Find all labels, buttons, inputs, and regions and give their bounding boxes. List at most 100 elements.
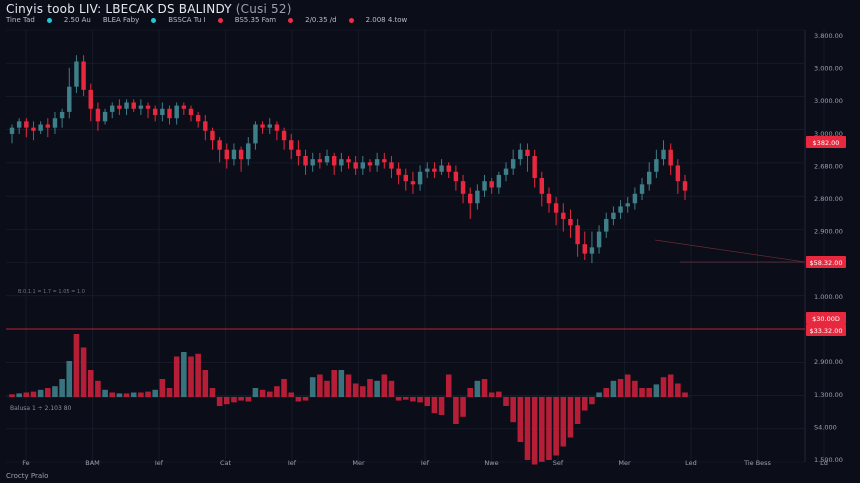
volume-bar: [367, 379, 373, 397]
candle-body: [389, 162, 394, 169]
x-tick-label: Mer: [352, 459, 365, 467]
volume-bar: [266, 391, 273, 397]
volume-bar: [281, 379, 287, 397]
volume-bar: [660, 377, 667, 397]
legend-dot-icon: [217, 17, 223, 23]
candle-body: [518, 149, 523, 160]
candle-body: [625, 203, 630, 207]
candle-body: [274, 124, 280, 131]
volume-bar: [116, 393, 123, 397]
volume-bar: [539, 397, 545, 462]
volume-bar: [531, 397, 538, 465]
volume-bar: [288, 392, 295, 397]
volume-bar: [474, 380, 481, 397]
volume-bar: [188, 356, 194, 397]
price-tag: $33.32.00: [806, 324, 846, 336]
candle-body: [367, 162, 373, 166]
candle-body: [296, 149, 301, 156]
legend-dot-icon: [151, 17, 157, 23]
volume-bar: [481, 379, 488, 397]
volume-bar: [345, 374, 352, 397]
candle-body: [575, 225, 580, 245]
candle-body: [374, 159, 380, 166]
candle-body: [682, 181, 688, 191]
candle-body: [417, 171, 423, 185]
volume-bar: [488, 392, 495, 397]
x-tick-label: Ief: [155, 459, 164, 467]
candle-body: [482, 181, 487, 191]
candle-body: [160, 108, 165, 116]
chart-subtitle: (Cusi 52): [235, 2, 292, 16]
price-tag-label: $33.32.00: [809, 327, 842, 335]
candle-body: [525, 149, 530, 156]
ohlc-item-label: BLEA Faby: [102, 16, 140, 24]
candle-body: [654, 159, 659, 172]
candle-body: [246, 143, 251, 160]
volume-bar: [410, 397, 416, 402]
candle-body: [95, 108, 101, 122]
ohlc-item-label: Tine Tad: [6, 16, 35, 24]
candle-body: [460, 181, 466, 194]
volume-bar: [166, 388, 173, 397]
volume-bar: [52, 386, 58, 397]
volume-bar: [445, 374, 452, 397]
price-tag: $382.00: [806, 136, 846, 148]
legend-dot-icon: [288, 17, 294, 23]
candle-body: [611, 212, 616, 219]
candle-body: [45, 124, 51, 128]
candle-body: [281, 130, 287, 141]
candle-body: [310, 159, 315, 166]
footer-label: Crocty Pralo: [6, 472, 49, 480]
volume-bar: [66, 361, 73, 397]
volume-bar: [73, 334, 80, 397]
volume-bar: [23, 392, 30, 397]
candle-body: [539, 178, 545, 194]
volume-bar: [460, 397, 466, 417]
volume-bar: [517, 397, 524, 442]
candlestick-chart[interactable]: 3.800.003.000.003.000.003.000.002.680.00…: [0, 0, 860, 483]
candle-body: [117, 105, 122, 109]
candle-body: [88, 89, 93, 109]
x-tick-label: Ld: [820, 459, 828, 467]
candle-body: [52, 118, 58, 128]
y-tick-label: 3.800.00: [814, 32, 843, 40]
y-tick-label: 1.000.00: [814, 293, 843, 301]
volume-bar: [603, 388, 610, 397]
candle-body: [59, 111, 65, 119]
volume-bar: [553, 397, 559, 456]
volume-bar: [467, 388, 474, 397]
volume-bar: [352, 383, 359, 397]
candle-body: [396, 168, 401, 175]
candle-body: [74, 61, 79, 87]
volume-bar: [374, 380, 380, 397]
candle-body: [231, 149, 237, 160]
y-tick-label: S4.000: [814, 423, 837, 431]
volume-bar: [675, 383, 681, 397]
candle-body: [582, 244, 587, 254]
volume-bar: [610, 380, 617, 397]
volume-bar: [223, 397, 230, 405]
ohlc-item: 2/0.35 /d: [288, 16, 337, 24]
volume-bar: [653, 384, 660, 397]
volume-bar: [209, 388, 216, 397]
y-tick-label: 1.300.00: [814, 391, 843, 399]
y-tick-label: 3.000.00: [814, 65, 843, 73]
candle-body: [210, 130, 215, 141]
candle-body: [446, 165, 451, 172]
candle-body: [81, 61, 86, 90]
volume-bar: [360, 386, 366, 397]
volume-bar: [417, 397, 423, 403]
chart-title: Cinyis toob LIV: LBECAK DS BALINDY (Cusi…: [6, 2, 292, 16]
volume-bar: [624, 374, 631, 397]
volume-bar: [216, 397, 223, 406]
price-tag-label: $30.00D: [812, 315, 840, 323]
volume-bar: [503, 397, 509, 406]
volume-bar: [617, 379, 624, 397]
candle-body: [382, 159, 387, 163]
indicator-legend: B.0.1.1 = 1.7 = 1.05 = 1.0: [18, 289, 85, 295]
volume-bar: [16, 393, 22, 397]
candle-body: [589, 247, 595, 254]
candle-body: [646, 171, 652, 185]
ohlc-item: BSSCA Tu I: [151, 16, 206, 24]
candle-body: [324, 156, 330, 163]
